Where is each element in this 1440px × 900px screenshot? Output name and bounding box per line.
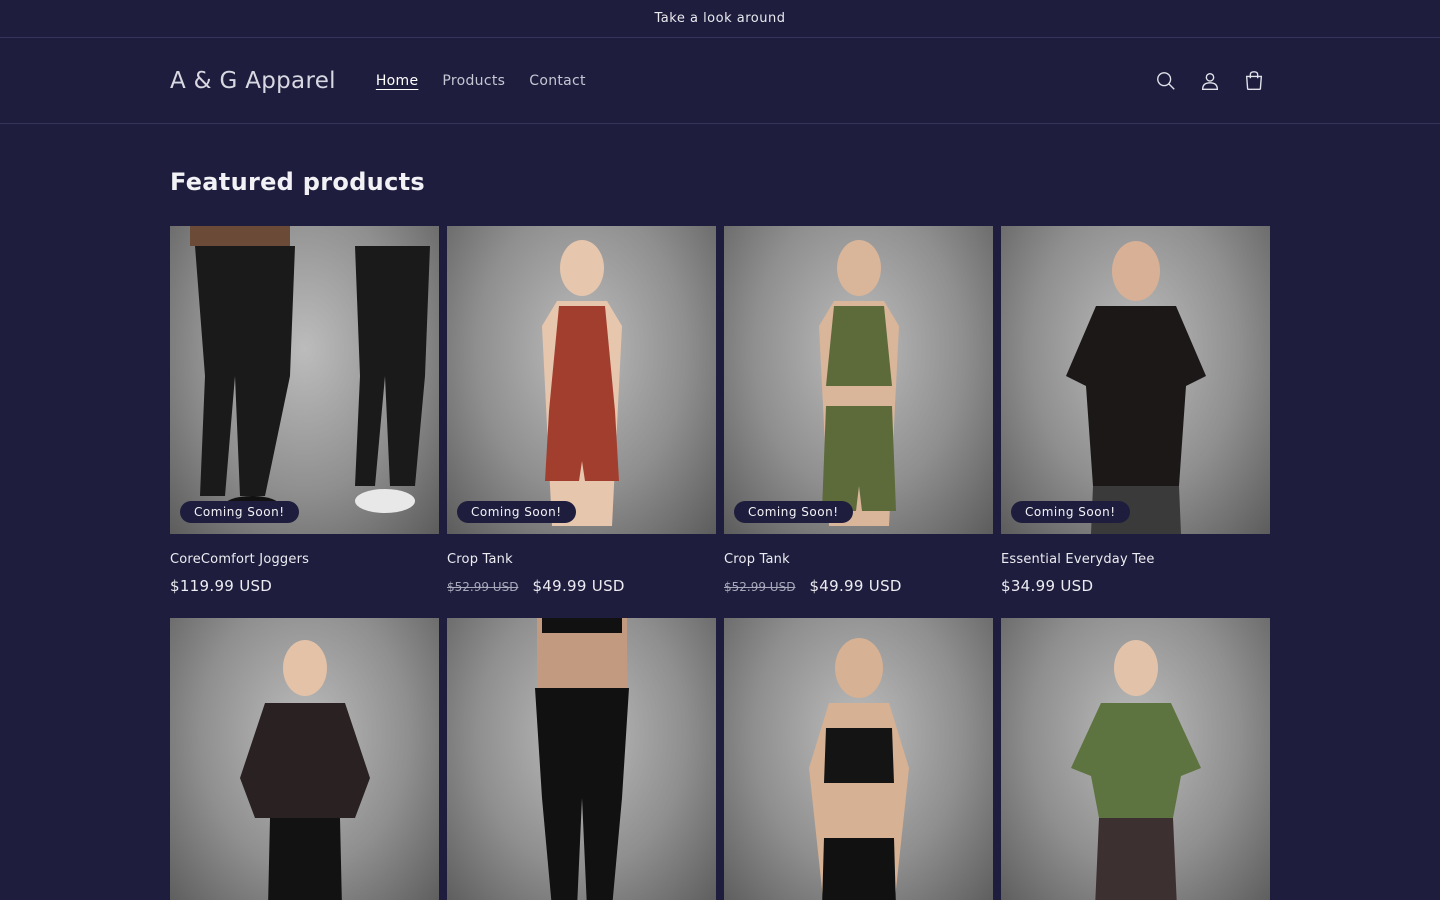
product-card[interactable]: Coming Soon! CoreComfort Joggers $119.99… (170, 226, 439, 595)
price-row: $52.99 USD $49.99 USD (724, 577, 993, 595)
coming-soon-badge: Coming Soon! (180, 501, 299, 523)
product-title[interactable]: Crop Tank (724, 552, 993, 567)
product-card[interactable]: Coming Soon! Crop Tank $52.99 USD $49.99… (447, 226, 716, 595)
model-figure (1066, 241, 1206, 534)
leggings (535, 688, 629, 900)
product-title[interactable]: Essential Everyday Tee (1001, 552, 1270, 567)
product-price: $119.99 USD (170, 577, 273, 595)
product-title[interactable]: Crop Tank (447, 552, 716, 567)
price-row: $119.99 USD (170, 577, 439, 595)
product-card[interactable]: Coming Soon! Crop Tank $52.99 USD $49.99… (724, 226, 993, 595)
product-card[interactable]: Coming Soon! Essential Everyday Tee $34.… (1001, 226, 1270, 595)
product-price: $49.99 USD (532, 577, 625, 595)
crop-tee-figure (1071, 640, 1201, 900)
product-image[interactable] (1001, 618, 1270, 900)
product-image[interactable]: Coming Soon! (724, 226, 993, 534)
announcement-bar: Take a look around (0, 0, 1440, 38)
crop-tee (1071, 703, 1201, 818)
tee-shirt (1066, 306, 1206, 486)
tank-top (826, 306, 892, 386)
product-image[interactable] (170, 618, 439, 900)
main-nav: Home Products Contact (364, 73, 598, 89)
header-icons (1150, 59, 1270, 103)
account-icon[interactable] (1194, 59, 1226, 103)
leggings-figure (535, 618, 629, 900)
section-title: Featured products (170, 168, 425, 196)
cart-icon[interactable] (1238, 59, 1270, 103)
search-icon[interactable] (1150, 59, 1182, 103)
nav-contact[interactable]: Contact (517, 73, 598, 89)
product-card[interactable] (170, 618, 439, 900)
product-image[interactable]: Coming Soon! (170, 226, 439, 534)
hoodie-figure (240, 640, 370, 900)
coming-soon-badge: Coming Soon! (1011, 501, 1130, 523)
coming-soon-badge: Coming Soon! (457, 501, 576, 523)
featured-products: Featured products Coming Soon! CoreComfo… (0, 124, 1440, 900)
product-image[interactable]: Coming Soon! (447, 226, 716, 534)
price-row: $34.99 USD (1001, 577, 1270, 595)
nav-products[interactable]: Products (430, 73, 517, 89)
product-image[interactable]: Coming Soon! (1001, 226, 1270, 534)
announcement-text: Take a look around (654, 11, 786, 26)
model-figure (542, 240, 622, 526)
hoodie (240, 703, 370, 818)
price-row: $52.99 USD $49.99 USD (447, 577, 716, 595)
site-header: A & G Apparel Home Products Contact (0, 38, 1440, 124)
product-price: $49.99 USD (809, 577, 902, 595)
model-figure (819, 240, 899, 526)
compare-price: $52.99 USD (724, 580, 796, 594)
torso-shape (190, 226, 290, 246)
product-card[interactable] (447, 618, 716, 900)
compare-price: $52.99 USD (447, 580, 519, 594)
sports-bra-figure (809, 638, 909, 900)
sports-bra (824, 728, 894, 783)
joggers-figure (190, 226, 430, 516)
nav-home[interactable]: Home (364, 73, 431, 89)
product-image[interactable] (724, 618, 993, 900)
tank-top (549, 306, 615, 411)
joggers-right (355, 246, 430, 486)
product-grid: Coming Soon! CoreComfort Joggers $119.99… (170, 226, 1270, 900)
product-card[interactable] (724, 618, 993, 900)
product-price: $34.99 USD (1001, 577, 1094, 595)
coming-soon-badge: Coming Soon! (734, 501, 853, 523)
product-title[interactable]: CoreComfort Joggers (170, 552, 439, 567)
store-logo[interactable]: A & G Apparel (170, 68, 336, 94)
product-image[interactable] (447, 618, 716, 900)
joggers-left (195, 246, 295, 496)
product-card[interactable] (1001, 618, 1270, 900)
